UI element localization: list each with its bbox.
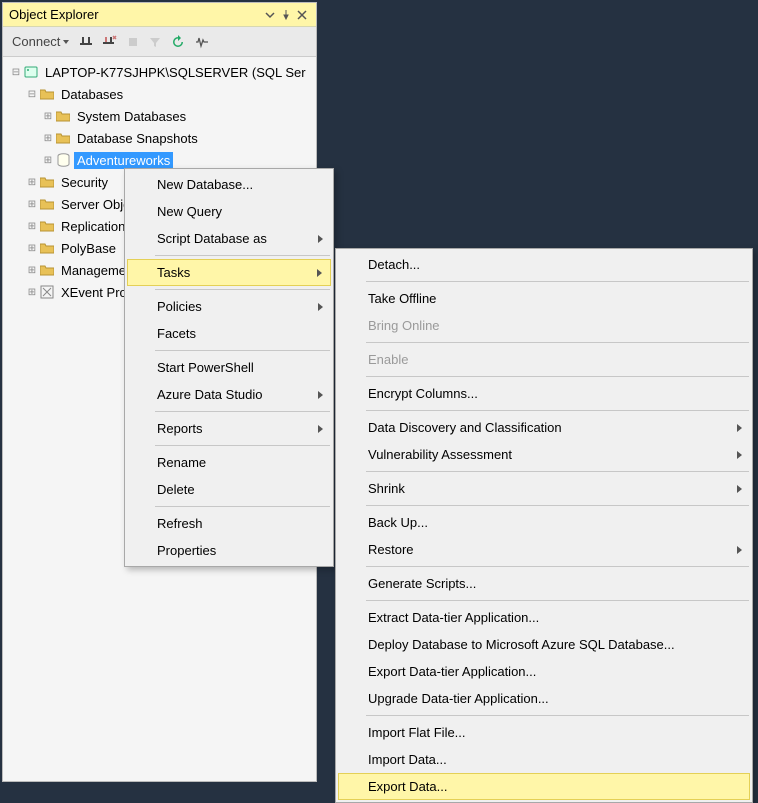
menu-generate-scripts[interactable]: Generate Scripts... bbox=[338, 570, 750, 597]
menu-separator bbox=[366, 715, 749, 716]
expand-icon[interactable]: ⊞ bbox=[25, 243, 39, 254]
menu-bring-online: Bring Online bbox=[338, 312, 750, 339]
menu-shrink[interactable]: Shrink bbox=[338, 475, 750, 502]
menu-deploy-azure[interactable]: Deploy Database to Microsoft Azure SQL D… bbox=[338, 631, 750, 658]
folder-icon bbox=[39, 86, 55, 102]
menu-export-data[interactable]: Export Data... bbox=[338, 773, 750, 800]
menu-delete[interactable]: Delete bbox=[127, 476, 331, 503]
tree-label: PolyBase bbox=[58, 240, 119, 257]
panel-title: Object Explorer bbox=[9, 7, 262, 22]
menu-restore[interactable]: Restore bbox=[338, 536, 750, 563]
menu-properties[interactable]: Properties bbox=[127, 537, 331, 564]
menu-reports[interactable]: Reports bbox=[127, 415, 331, 442]
stop-icon bbox=[124, 34, 142, 50]
folder-icon bbox=[39, 262, 55, 278]
menu-data-discovery[interactable]: Data Discovery and Classification bbox=[338, 414, 750, 441]
tree-label: Security bbox=[58, 174, 111, 191]
menu-separator bbox=[155, 445, 330, 446]
collapse-icon[interactable]: ⊟ bbox=[25, 89, 39, 100]
menu-export-data-tier[interactable]: Export Data-tier Application... bbox=[338, 658, 750, 685]
menu-tasks[interactable]: Tasks bbox=[127, 259, 331, 286]
folder-icon bbox=[55, 108, 71, 124]
menu-separator bbox=[366, 281, 749, 282]
context-menu-tasks: Detach... Take Offline Bring Online Enab… bbox=[335, 248, 753, 803]
toolbar: Connect bbox=[3, 27, 316, 57]
expand-icon[interactable]: ⊞ bbox=[25, 199, 39, 210]
menu-new-database[interactable]: New Database... bbox=[127, 171, 331, 198]
menu-policies[interactable]: Policies bbox=[127, 293, 331, 320]
menu-separator bbox=[366, 376, 749, 377]
tree-label: Database Snapshots bbox=[74, 130, 201, 147]
context-menu-database: New Database... New Query Script Databas… bbox=[124, 168, 334, 567]
folder-icon bbox=[39, 240, 55, 256]
tree-label: Replication bbox=[58, 218, 128, 235]
menu-facets[interactable]: Facets bbox=[127, 320, 331, 347]
menu-separator bbox=[155, 255, 330, 256]
menu-azure-data-studio[interactable]: Azure Data Studio bbox=[127, 381, 331, 408]
xevent-icon bbox=[39, 284, 55, 300]
tree-node-system-dbs[interactable]: ⊞ System Databases bbox=[5, 105, 314, 127]
tree-node-snapshots[interactable]: ⊞ Database Snapshots bbox=[5, 127, 314, 149]
folder-icon bbox=[39, 196, 55, 212]
disconnect-icon[interactable] bbox=[76, 33, 96, 51]
menu-separator bbox=[155, 289, 330, 290]
panel-titlebar: Object Explorer bbox=[3, 3, 316, 27]
menu-rename[interactable]: Rename bbox=[127, 449, 331, 476]
expand-icon[interactable]: ⊞ bbox=[41, 111, 55, 122]
tree-node-databases[interactable]: ⊟ Databases bbox=[5, 83, 314, 105]
menu-extract-data-tier[interactable]: Extract Data-tier Application... bbox=[338, 604, 750, 631]
menu-detach[interactable]: Detach... bbox=[338, 251, 750, 278]
folder-icon bbox=[39, 174, 55, 190]
close-icon[interactable] bbox=[294, 9, 310, 21]
menu-start-powershell[interactable]: Start PowerShell bbox=[127, 354, 331, 381]
expand-icon[interactable]: ⊞ bbox=[41, 133, 55, 144]
expand-icon[interactable]: ⊞ bbox=[25, 177, 39, 188]
menu-enable: Enable bbox=[338, 346, 750, 373]
menu-encrypt-columns[interactable]: Encrypt Columns... bbox=[338, 380, 750, 407]
connect-button[interactable]: Connect bbox=[9, 32, 72, 51]
menu-upgrade-data-tier[interactable]: Upgrade Data-tier Application... bbox=[338, 685, 750, 712]
menu-vulnerability-assessment[interactable]: Vulnerability Assessment bbox=[338, 441, 750, 468]
menu-separator bbox=[155, 411, 330, 412]
folder-icon bbox=[55, 130, 71, 146]
tree-label: Adventureworks bbox=[74, 152, 173, 169]
refresh-icon[interactable] bbox=[168, 33, 188, 51]
collapse-icon[interactable]: ⊟ bbox=[9, 67, 23, 78]
menu-separator bbox=[366, 505, 749, 506]
expand-icon[interactable]: ⊞ bbox=[25, 221, 39, 232]
menu-separator bbox=[366, 566, 749, 567]
menu-separator bbox=[366, 342, 749, 343]
menu-separator bbox=[366, 410, 749, 411]
menu-refresh[interactable]: Refresh bbox=[127, 510, 331, 537]
tree-label: Databases bbox=[58, 86, 126, 103]
tree-label: System Databases bbox=[74, 108, 189, 125]
activity-icon[interactable] bbox=[192, 33, 212, 51]
expand-icon[interactable]: ⊞ bbox=[25, 265, 39, 276]
menu-separator bbox=[155, 506, 330, 507]
menu-take-offline[interactable]: Take Offline bbox=[338, 285, 750, 312]
dropdown-icon[interactable] bbox=[262, 9, 278, 21]
disconnect-all-icon[interactable] bbox=[100, 33, 120, 51]
menu-script-database-as[interactable]: Script Database as bbox=[127, 225, 331, 252]
menu-new-query[interactable]: New Query bbox=[127, 198, 331, 225]
pin-icon[interactable] bbox=[278, 9, 294, 21]
folder-icon bbox=[39, 218, 55, 234]
menu-separator bbox=[366, 471, 749, 472]
tree-label: LAPTOP-K77SJHPK\SQLSERVER (SQL Ser bbox=[42, 64, 309, 81]
tree-node-server[interactable]: ⊟ LAPTOP-K77SJHPK\SQLSERVER (SQL Ser bbox=[5, 61, 314, 83]
expand-icon[interactable]: ⊞ bbox=[25, 287, 39, 298]
database-icon bbox=[55, 152, 71, 168]
menu-separator bbox=[366, 600, 749, 601]
filter-icon bbox=[146, 34, 164, 50]
menu-back-up[interactable]: Back Up... bbox=[338, 509, 750, 536]
server-icon bbox=[23, 64, 39, 80]
menu-import-data[interactable]: Import Data... bbox=[338, 746, 750, 773]
expand-icon[interactable]: ⊞ bbox=[41, 155, 55, 166]
menu-import-flat-file[interactable]: Import Flat File... bbox=[338, 719, 750, 746]
menu-separator bbox=[155, 350, 330, 351]
